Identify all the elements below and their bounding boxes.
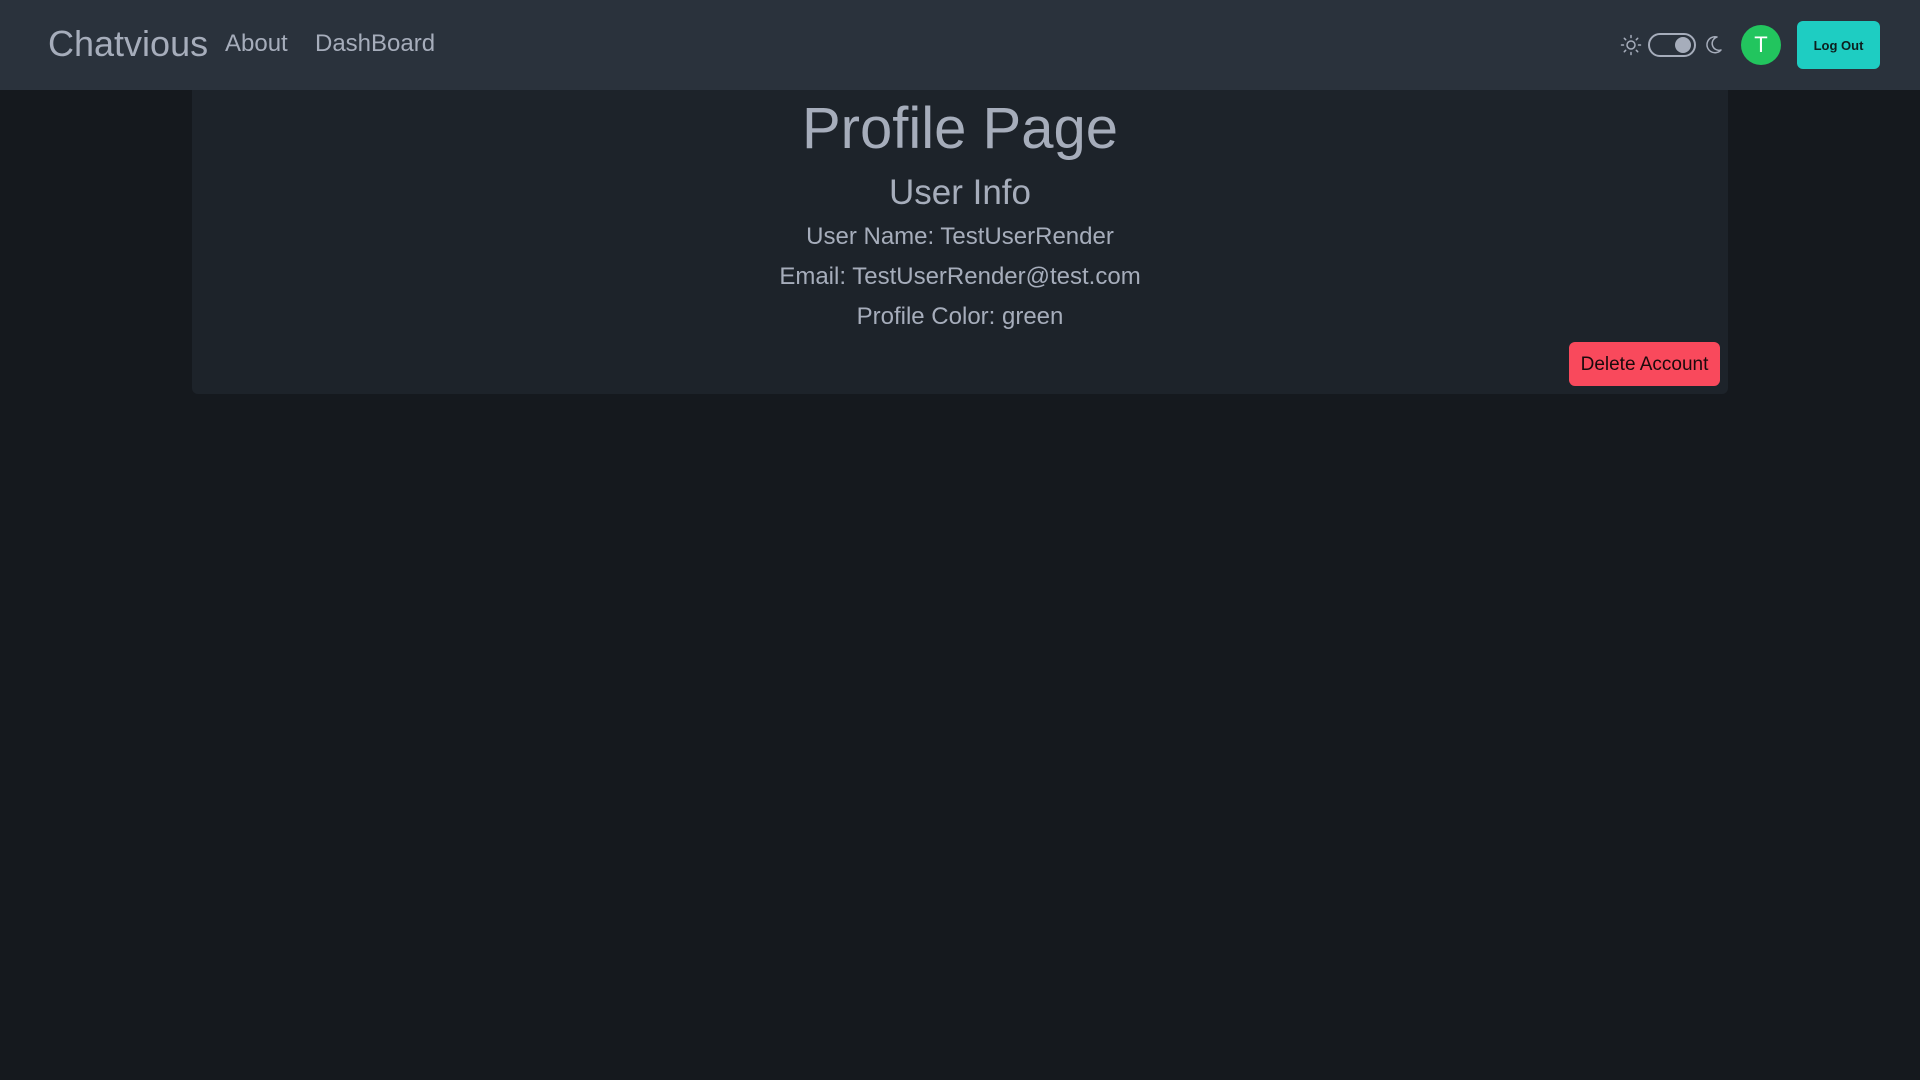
toggle-knob [1675,37,1691,53]
profile-color-text: Profile Color: green [856,303,1064,330]
nav-link-about[interactable]: About [225,29,288,59]
avatar[interactable]: T [1741,25,1781,65]
sun-icon [1620,34,1642,56]
email-text: Email: TestUserRender@test.com [779,263,1141,290]
moon-icon [1704,34,1724,56]
theme-toggle [1620,30,1724,60]
logout-button[interactable]: Log Out [1797,21,1880,69]
brand-logo[interactable]: Chatvious [48,22,208,66]
delete-account-button[interactable]: Delete Account [1569,342,1720,386]
user-info-heading: User Info [889,173,1031,212]
profile-card: Profile Page User Info User Name: TestUs… [192,90,1728,394]
nav-link-dashboard[interactable]: DashBoard [315,29,435,59]
theme-toggle-switch[interactable] [1648,33,1696,57]
page-title: Profile Page [802,96,1118,161]
username-text: User Name: TestUserRender [806,223,1114,250]
navbar: Chatvious About DashBoard T Log Out [0,0,1920,90]
